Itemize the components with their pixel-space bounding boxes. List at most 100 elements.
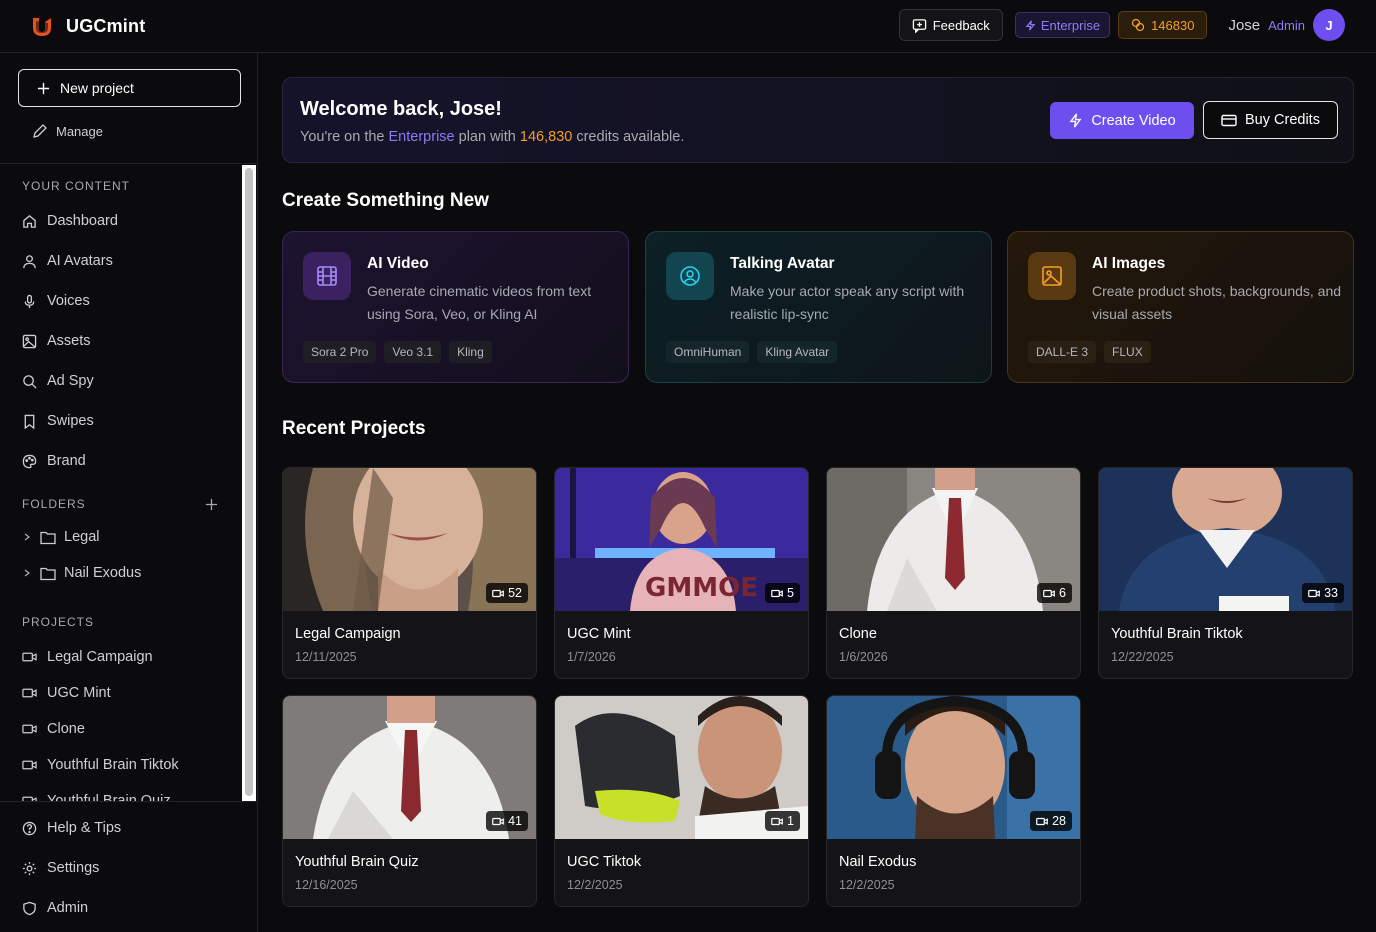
project-card-nail-exodus[interactable]: 28 Nail Exodus 12/2/2025 [826,695,1081,907]
bookmark-icon [24,414,35,429]
project-title: Youthful Brain Tiktok [1111,626,1243,642]
buy-credits-label: Buy Credits [1245,112,1320,128]
welcome-title: Welcome back, Jose! [300,98,502,120]
project-card-ugc-mint[interactable]: GMMOE 5 UGC Mint 1/7/2026 [554,467,809,679]
create-card-ai-video[interactable]: AI Video Generate cinematic videos from … [282,231,629,383]
project-thumbnail: GMMOE 5 [555,468,808,611]
welcome-plan-name: Enterprise [388,129,455,145]
video-count-badge: 6 [1037,583,1072,603]
sidebar-scrollbar-thumb[interactable] [245,168,253,796]
sidebar-project-legal-campaign[interactable]: Legal Campaign [22,649,153,665]
video-count-badge: 1 [765,811,800,831]
project-label: UGC Mint [47,685,111,701]
project-card-ugc-tiktok[interactable]: 1 UGC Tiktok 12/2/2025 [554,695,809,907]
sidebar-project-clone[interactable]: Clone [22,721,85,737]
welcome-subtitle: You're on the Enterprise plan with 146,8… [300,129,684,145]
sidebar-project-youthful-brain-quiz[interactable]: Youthful Brain Quiz [22,793,171,801]
video-icon [1308,589,1320,597]
video-icon [492,817,504,825]
credits-value: 146830 [1151,17,1195,33]
credit-card-icon [1221,114,1237,126]
home-icon [23,214,36,228]
video-count-badge: 41 [486,811,528,831]
video-count: 6 [1059,586,1066,600]
projects-heading: PROJECTS [22,615,95,629]
image-icon [1042,266,1062,286]
sidebar-item-label: Assets [47,333,91,349]
sidebar-item-ad-spy[interactable]: Ad Spy [22,373,94,389]
video-count: 52 [508,586,522,600]
sidebar-project-ugc-mint[interactable]: UGC Mint [22,685,111,701]
lightning-icon [1025,20,1036,30]
palette-icon [22,454,37,468]
video-count: 33 [1324,586,1338,600]
sidebar-item-ai-avatars[interactable]: AI Avatars [22,253,113,269]
folder-item-nail-exodus[interactable]: Nail Exodus [22,565,141,581]
project-card-youthful-brain-quiz[interactable]: 41 Youthful Brain Quiz 12/16/2025 [282,695,537,907]
sidebar-item-label: Settings [47,860,100,876]
svg-text:GMMOE: GMMOE [645,573,758,603]
folders-heading: FOLDERS [22,497,86,511]
video-count-badge: 33 [1302,583,1344,603]
new-project-button[interactable]: New project [18,69,241,107]
user-icon [23,254,36,268]
user-avatar[interactable]: J [1313,9,1345,41]
sidebar-project-youthful-brain-tiktok[interactable]: Youthful Brain Tiktok [22,757,179,773]
video-icon [22,688,37,698]
pencil-icon [33,124,47,138]
folder-label: Nail Exodus [64,565,142,581]
project-title: UGC Tiktok [567,854,642,870]
sidebar-item-settings[interactable]: Settings [22,860,99,876]
plus-icon [37,82,50,94]
create-card-desc: Generate cinematic videos from text usin… [367,283,592,322]
sidebar-item-voices[interactable]: Voices [22,293,90,309]
model-tag: Kling [449,341,492,363]
create-card-ai-images[interactable]: AI Images Create product shots, backgrou… [1007,231,1354,383]
model-tag: Sora 2 Pro [303,341,377,363]
sidebar-item-label: Voices [47,293,90,309]
video-icon [22,724,37,734]
project-date: 12/2/2025 [567,878,623,892]
add-folder-button[interactable] [205,496,218,514]
project-card-legal-campaign[interactable]: 52 Legal Campaign 12/11/2025 [282,467,537,679]
folder-icon [40,531,56,544]
project-title: Youthful Brain Quiz [295,854,419,870]
project-thumbnail: 28 [827,696,1080,839]
video-count: 28 [1052,814,1066,828]
feedback-label: Feedback [932,17,990,33]
user-circle-icon [680,266,700,286]
sidebar-item-dashboard[interactable]: Dashboard [22,213,118,229]
video-icon [22,652,37,662]
sidebar-item-label: AI Avatars [47,253,113,269]
project-date: 12/2/2025 [839,878,895,892]
buy-credits-button[interactable]: Buy Credits [1203,101,1338,139]
shield-icon [23,901,36,915]
project-title: Legal Campaign [295,626,401,642]
sidebar-item-label: Admin [47,900,89,916]
app-logo[interactable]: UGCmint [30,14,145,38]
plus-icon [205,498,218,511]
film-icon [317,266,337,286]
project-card-clone[interactable]: 6 Clone 1/6/2026 [826,467,1081,679]
project-label: Youthful Brain Quiz [47,793,171,801]
manage-label: Manage [56,123,103,139]
sidebar-item-assets[interactable]: Assets [22,333,91,349]
plan-badge[interactable]: Enterprise [1014,12,1111,38]
sidebar-item-brand[interactable]: Brand [22,453,86,469]
new-project-label: New project [60,80,134,96]
manage-button[interactable]: Manage [32,123,103,139]
sidebar-item-admin[interactable]: Admin [22,900,88,916]
project-card-youthful-brain-tiktok[interactable]: 33 Youthful Brain Tiktok 12/22/2025 [1098,467,1353,679]
user-name: Jose [1228,16,1261,34]
create-card-title: AI Video [367,255,429,272]
sidebar-item-help[interactable]: Help & Tips [22,820,121,836]
credits-badge[interactable]: 146830 [1118,11,1208,39]
create-card-title: Talking Avatar [730,255,835,272]
sidebar-scroll-area: YOUR CONTENT Dashboard AI Avatars Voices… [0,164,258,801]
folder-item-legal[interactable]: Legal [22,529,99,545]
message-plus-icon [912,18,926,33]
create-video-button[interactable]: Create Video [1050,102,1194,139]
sidebar-item-swipes[interactable]: Swipes [22,413,94,429]
create-card-talking-avatar[interactable]: Talking Avatar Make your actor speak any… [645,231,992,383]
feedback-button[interactable]: Feedback [898,9,1003,41]
